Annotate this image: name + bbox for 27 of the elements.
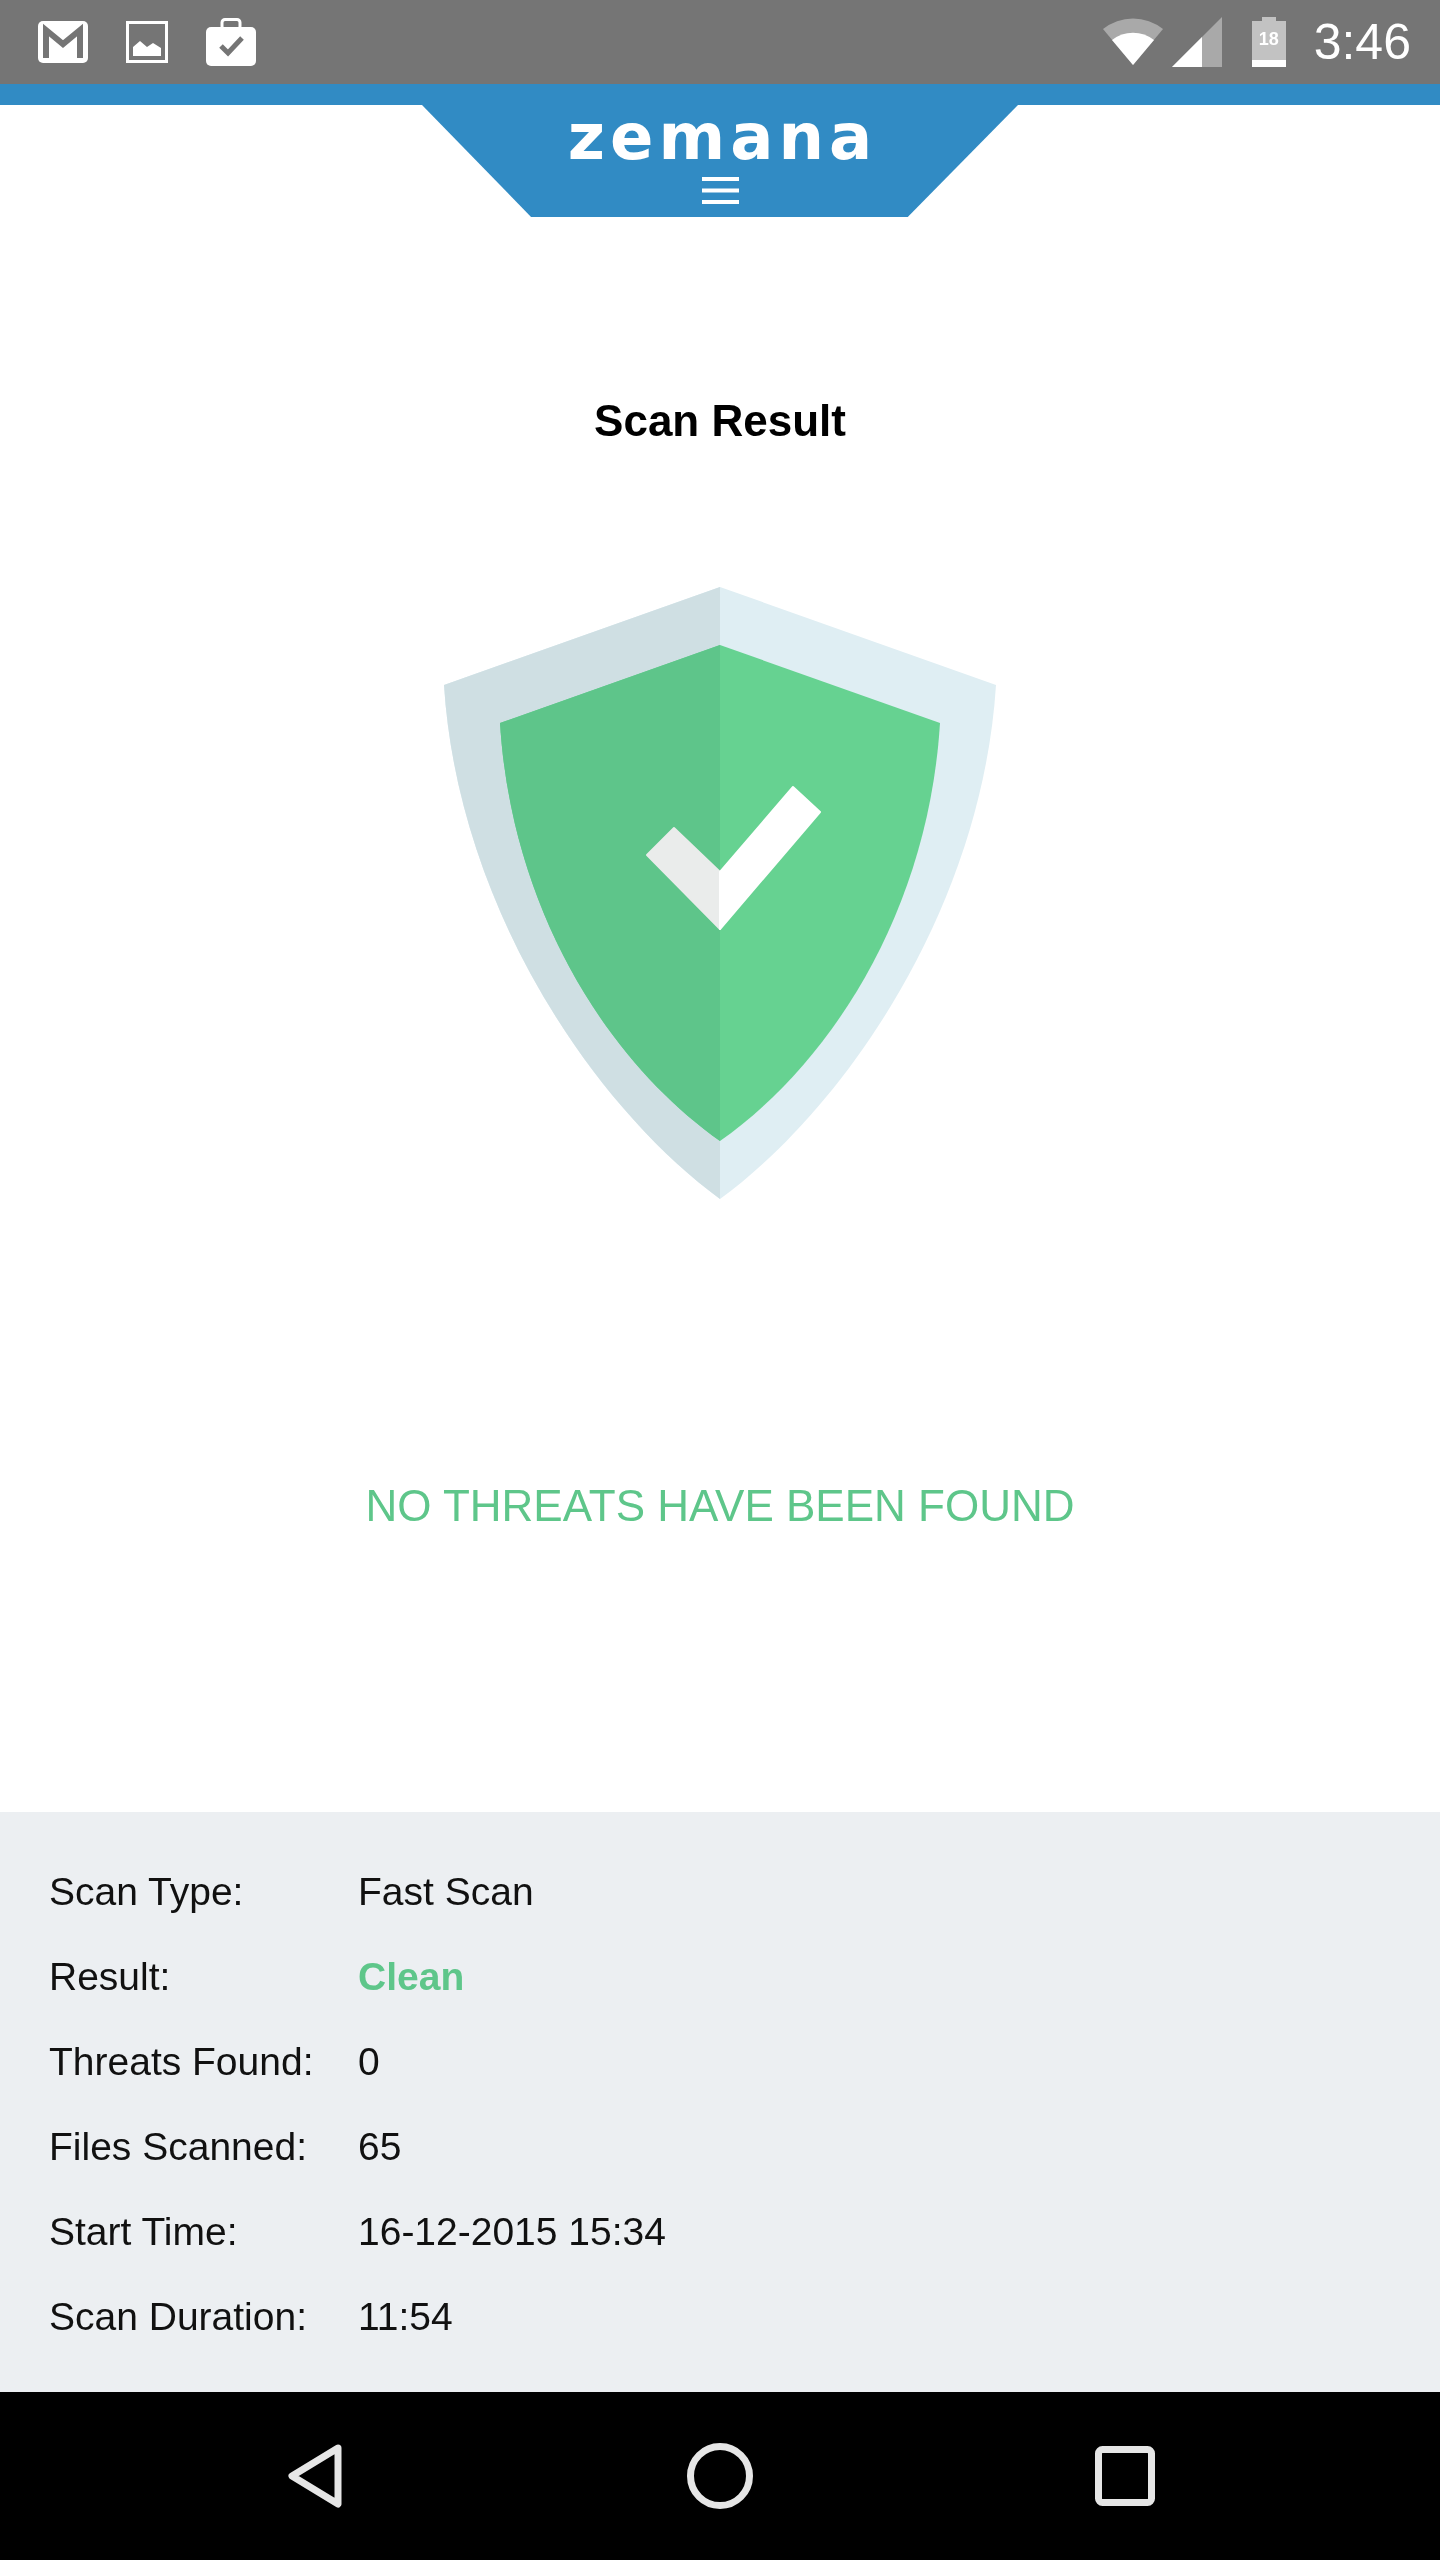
detail-value: Fast Scan xyxy=(358,1868,534,1915)
detail-label: Scan Type: xyxy=(49,1868,245,1915)
brand-logo: zemana xyxy=(567,114,878,160)
detail-value: 16-12-2015 15:34 xyxy=(358,2208,666,2255)
recent-apps-icon[interactable] xyxy=(1095,2446,1155,2506)
detail-label: Result: xyxy=(49,1953,172,2000)
briefcase-check-icon xyxy=(206,18,256,66)
detail-label: Start Time: xyxy=(49,2208,239,2255)
detail-label: Threats Found: xyxy=(49,2038,315,2085)
detail-label: Files Scanned: xyxy=(49,2123,308,2170)
result-message: NO THREATS HAVE BEEN FOUND xyxy=(365,1480,1075,1532)
detail-value: Clean xyxy=(358,1953,465,2000)
detail-label: Scan Duration: xyxy=(49,2293,308,2340)
detail-value: 11:54 xyxy=(358,2293,453,2340)
mail-icon xyxy=(38,21,88,63)
wifi-icon xyxy=(1101,18,1164,66)
detail-value: 0 xyxy=(358,2038,380,2085)
shield-check-icon xyxy=(442,585,998,1201)
clock-time: 3:46 xyxy=(1313,14,1411,70)
page-title: Scan Result xyxy=(594,395,846,447)
back-icon[interactable] xyxy=(285,2443,345,2509)
detail-value: 65 xyxy=(358,2123,402,2170)
battery-text: 18 xyxy=(1258,29,1279,49)
image-icon xyxy=(126,21,168,63)
home-icon[interactable] xyxy=(687,2443,753,2509)
signal-icon xyxy=(1171,17,1222,67)
menu-icon[interactable] xyxy=(701,177,739,204)
